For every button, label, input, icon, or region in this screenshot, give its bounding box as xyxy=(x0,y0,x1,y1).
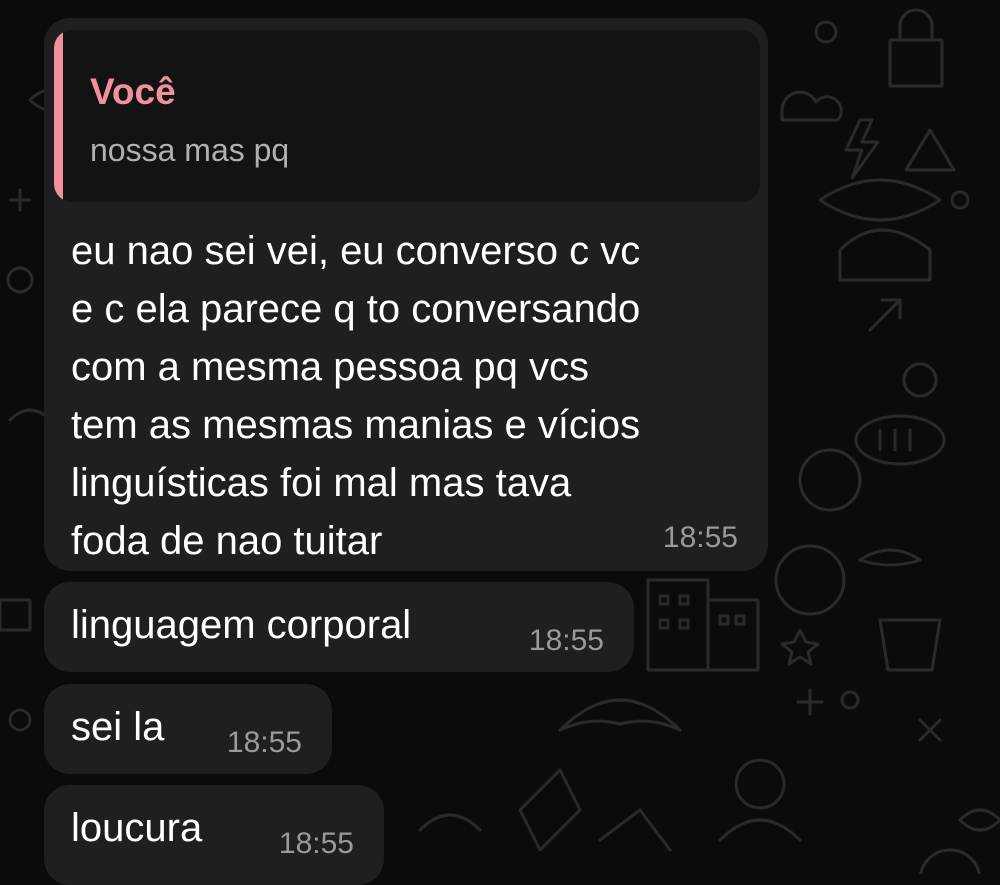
message-bubble[interactable]: linguagem corporal 18:55 xyxy=(44,582,634,672)
person-doodle xyxy=(718,758,802,842)
building-doodle xyxy=(646,578,760,672)
message-time: 18:55 xyxy=(662,521,738,554)
flowerpot-doodle xyxy=(878,618,942,672)
message-bubble-reply[interactable]: Você nossa mas pq eu nao sei vei, eu con… xyxy=(44,18,768,571)
message-text: linguagem corporal xyxy=(71,603,412,647)
plus-doodle xyxy=(796,688,824,716)
padlock-doodle xyxy=(888,8,944,88)
kite-doodle xyxy=(518,768,582,852)
moon-doodle xyxy=(902,362,938,398)
quote-accent-bar xyxy=(54,30,63,202)
quoted-message[interactable]: Você nossa mas pq xyxy=(54,30,760,202)
arrow-doodle xyxy=(868,298,902,332)
quoted-author: Você xyxy=(90,71,176,112)
triangle-doodle xyxy=(904,128,956,172)
cloud-doodle xyxy=(780,90,843,122)
quoted-text: nossa mas pq xyxy=(90,132,290,168)
message-text: loucura xyxy=(71,806,203,850)
star-doodle xyxy=(780,628,820,666)
croissant-doodle xyxy=(558,698,682,732)
message-bubble[interactable]: loucura 18:55 xyxy=(44,785,384,885)
message-time: 18:55 xyxy=(528,624,604,657)
message-text: sei la xyxy=(71,705,165,749)
message-text: eu nao sei vei, eu converso c vc e c ela… xyxy=(71,229,641,563)
fish-doodle xyxy=(818,178,942,222)
message-bubble[interactable]: sei la 18:55 xyxy=(44,684,332,774)
football-doodle xyxy=(854,414,946,466)
wreath-doodle xyxy=(798,448,862,512)
helmet-doodle xyxy=(838,228,932,282)
message-time: 18:55 xyxy=(278,827,354,860)
message-time: 18:55 xyxy=(226,726,302,759)
lightning-doodle xyxy=(844,118,880,180)
bird-doodle xyxy=(858,548,922,567)
ring-doodle xyxy=(950,190,970,210)
circle-doodle xyxy=(814,20,838,44)
soccer-ball-doodle xyxy=(774,544,846,616)
